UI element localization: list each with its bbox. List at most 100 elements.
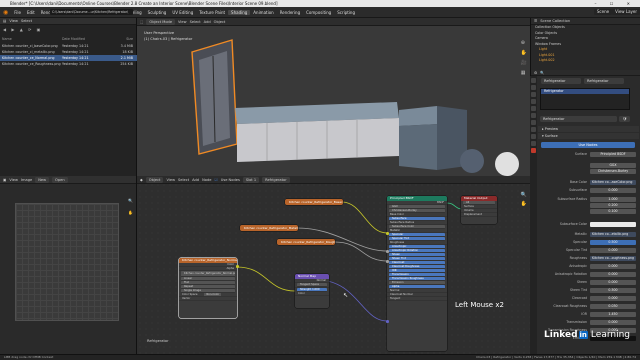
view-layer-selector[interactable]: View Layer [612,9,640,15]
3d-viewport[interactable]: ⬚ Object Mode View Select Add Object Use… [137,18,530,176]
material-slot-list[interactable]: Refrigerator [540,88,630,110]
texture-node-metallic[interactable]: Kitchen counter_Refrigerator_Metallic.pn… [240,225,298,231]
outliner-row[interactable]: Light.002 [531,58,640,64]
node-nav-icons[interactable]: 🔍 ✋ [521,191,527,209]
col-date[interactable]: Date Modified [62,36,106,42]
tab-uv-editing[interactable]: UV Editing [169,10,196,15]
prop-value[interactable]: Kitchen co...etallic.png [590,232,636,237]
prop-value[interactable]: 1.450 [590,312,636,317]
material-output-node[interactable]: Material Output All Surface Volume Displ… [461,196,497,224]
base-color-socket[interactable] [386,232,389,235]
image-menu-image[interactable]: Image [21,178,32,182]
normal-map-node[interactable]: Normal Map Normal Tangent Space Strength… [295,274,329,308]
slot-dropdown[interactable]: Slot 1 [242,176,260,183]
tab-animation[interactable]: Animation [250,10,276,15]
image-color-socket[interactable] [236,265,239,268]
section-preview[interactable]: ▸ Preview [538,126,639,132]
kitchen-cabinets[interactable] [237,118,399,162]
prop-value[interactable]: 0.000 [590,264,636,269]
object-mode-dropdown[interactable]: Object Mode [146,18,176,25]
file-browser-menu-view[interactable]: View [9,19,18,23]
viewport-editor-icon[interactable]: ⬚ [140,20,143,24]
prop-value[interactable]: Principled BSDF [590,152,636,157]
metallic-socket[interactable] [386,250,389,253]
image-editor-icon[interactable]: ▣ [3,178,6,182]
normal-socket[interactable] [386,320,389,323]
prop-value[interactable]: 0.030 [590,304,636,309]
world-tab-icon[interactable] [531,106,536,111]
render-tab-icon[interactable] [531,78,536,83]
hdri-preview-sphere[interactable] [460,149,484,173]
texture-node-basecolor[interactable]: Kitchen counter_Refrigerator_Basecolor.p… [285,199,343,205]
tab-sculpting[interactable]: Sculpting [145,10,170,15]
material-fake-user-icon[interactable]: 🛡 [619,116,630,122]
window-controls[interactable]: – ☐ ✕ [595,0,636,7]
physics-tab-icon[interactable] [531,127,536,132]
prop-value[interactable]: 0.000 [590,296,636,301]
prop-value[interactable]: 0.100 [590,209,636,214]
node-menu-view[interactable]: View [166,178,175,182]
image-open-button[interactable]: Open [52,176,68,183]
viewport-menu-add[interactable]: Add [204,20,211,24]
prop-value[interactable]: 0.000 [590,248,636,253]
file-row[interactable]: Kitchen counter_ce_Roughness.png Yesterd… [0,61,137,67]
prop-value[interactable]: 0.200 [590,203,636,208]
modifier-tab-icon[interactable] [531,120,536,125]
data-tab-icon[interactable] [531,141,536,146]
prop-value[interactable]: 0.500 [590,288,636,293]
material-slot-item[interactable]: Refrigerator [541,89,629,94]
col-name[interactable]: Name [0,36,62,42]
blender-logo-icon[interactable]: ◉ [0,9,11,16]
object-tab-icon[interactable] [531,113,536,118]
shader-node-editor[interactable]: ◆ Object View Select Add Node ☑ Use Node… [137,176,530,354]
tab-shading[interactable]: Shading [228,9,251,15]
material-datablock-field[interactable]: Refrigerator [540,116,618,122]
material-tab-icon[interactable] [531,148,536,153]
viewport-menu-select[interactable]: Select [190,20,201,24]
prop-value[interactable]: 1.000 [590,197,636,202]
file-browser-editor-icon[interactable]: ▤ [3,19,6,23]
use-nodes-button[interactable]: Use Nodes [541,142,635,148]
use-nodes-label[interactable]: Use Nodes [221,178,240,182]
prop-value[interactable]: Kitchen co...oughness.png [590,256,636,261]
tab-scripting[interactable]: Scripting [334,10,358,15]
viewport-nav-gizmo-icons[interactable]: ⊕ ✋ 🎥 ▦ [521,38,527,78]
roughness-socket[interactable] [386,260,389,263]
node-menu-add[interactable]: Add [192,178,199,182]
properties-editor-icon[interactable]: ⚙ [534,71,537,75]
outliner-icon[interactable]: ☰ [534,19,537,23]
color-space-value[interactable]: Non-Color [204,293,222,296]
prop-value[interactable]: 0.000 [590,280,636,285]
principled-bsdf-node[interactable]: Principled BSDF BSDF GGX Christensen-Bur… [387,196,447,351]
node-editor-icon[interactable]: ◆ [140,178,143,182]
prop-value[interactable]: 0.500 [590,240,636,245]
tab-texture-paint[interactable]: Texture Paint [196,10,228,15]
image-texture-node-normal[interactable]: Kitchen counter_Refrigerator_Normal.png … [179,258,237,318]
scene-selector[interactable]: Scene [593,9,613,15]
white-preview-sphere[interactable] [495,152,519,176]
prop-value[interactable]: 0.000 [590,272,636,277]
prop-value[interactable]: Kitchen co...aseColor.png [590,180,636,185]
prop-value[interactable]: 0.000 [590,320,636,325]
col-size[interactable]: Size [106,36,133,42]
image-canvas-grid[interactable] [15,203,119,321]
use-nodes-checkbox-icon[interactable]: ☑ [214,178,217,182]
file-browser-menu-select[interactable]: Select [21,19,32,23]
prop-value[interactable]: 0.000 [590,188,636,193]
tab-compositing[interactable]: Compositing [303,10,334,15]
constraints-tab-icon[interactable] [531,134,536,139]
side-cabinet[interactable] [399,124,439,170]
prop-value[interactable]: Christensen-Burley [590,169,636,174]
material-dropdown[interactable]: Refrigerator [262,176,290,183]
file-path-field[interactable]: C:\Users\dani\Docume...ur\Kitchen\Refrig… [50,9,133,15]
pan-hand-icon[interactable]: ✋ [128,210,133,215]
section-surface[interactable]: ▾ Surface [538,133,639,139]
output-tab-icon[interactable] [531,85,536,90]
viewport-menu-object[interactable]: Object [214,20,226,24]
node-menu-select[interactable]: Select [178,178,189,182]
image-new-button[interactable]: New [35,176,50,183]
properties-material-name[interactable]: Refrigerator [584,78,624,84]
menu-file[interactable]: File [11,10,24,15]
scene-tab-icon[interactable] [531,99,536,104]
zoom-icon[interactable]: 🔍 [128,198,133,203]
